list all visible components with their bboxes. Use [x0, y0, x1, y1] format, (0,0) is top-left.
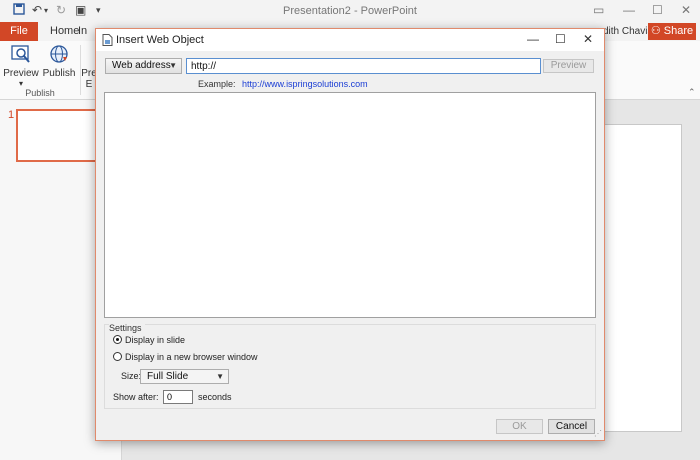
- radio-unselected-icon: [113, 352, 122, 361]
- maximize-icon[interactable]: ☐: [652, 3, 663, 17]
- tab-home[interactable]: Home: [50, 25, 79, 37]
- radio-new-browser-window[interactable]: Display in a new browser window: [113, 352, 258, 362]
- close-icon[interactable]: ✕: [681, 3, 691, 17]
- dialog-maximize-icon[interactable]: ☐: [555, 32, 566, 46]
- collapse-ribbon-icon[interactable]: ⌃: [688, 87, 696, 98]
- ok-button[interactable]: OK: [496, 419, 543, 434]
- dialog-minimize-icon[interactable]: —: [527, 32, 539, 46]
- powerpoint-title-bar: ↶ ▾ ↻ ▣ ▾ Presentation2 - PowerPoint ▭ —…: [0, 0, 700, 22]
- share-label: Share: [663, 25, 694, 37]
- display-in-slide-label: Display in slide: [125, 335, 186, 345]
- source-type-dropdown[interactable]: Web address ▼: [105, 58, 182, 74]
- person-icon: ⚇: [650, 25, 661, 37]
- example-url-link[interactable]: http://www.ispringsolutions.com: [242, 79, 368, 89]
- publish-label: Publish: [42, 68, 76, 79]
- example-label: Example:: [198, 79, 236, 89]
- show-after-label: Show after:: [113, 392, 159, 402]
- new-window-label: Display in a new browser window: [125, 352, 258, 362]
- slide-canvas[interactable]: [600, 124, 682, 432]
- ribbon-separator: [80, 45, 81, 95]
- seconds-label: seconds: [198, 392, 232, 402]
- minimize-icon[interactable]: —: [623, 3, 635, 17]
- share-button[interactable]: ⚇ Share: [648, 23, 696, 40]
- ribbon-display-icon[interactable]: ▭: [593, 3, 604, 17]
- size-dropdown[interactable]: Full Slide ▼: [140, 369, 229, 384]
- source-type-value: Web address: [112, 60, 171, 71]
- resize-grip-icon[interactable]: ⋰: [594, 429, 602, 438]
- group-label-publish: Publish: [25, 88, 55, 98]
- preview-button[interactable]: Preview: [543, 59, 594, 73]
- url-input[interactable]: [186, 58, 541, 74]
- slide-number: 1: [8, 109, 15, 121]
- globe-icon: [48, 43, 70, 65]
- dialog-title-bar: Insert Web Object — ☐ ✕: [96, 29, 604, 51]
- example-hint: Example: http://www.ispringsolutions.com: [198, 79, 368, 89]
- preview-ribbon-button[interactable]: Preview ▾: [3, 43, 39, 88]
- insert-web-object-dialog: Insert Web Object — ☐ ✕ Web address ▼ Pr…: [95, 28, 605, 441]
- show-after-input[interactable]: [163, 390, 193, 404]
- dialog-close-icon[interactable]: ✕: [583, 32, 593, 46]
- dialog-title: Insert Web Object: [116, 34, 204, 46]
- settings-group: Settings Display in slide Display in a n…: [104, 323, 596, 409]
- publish-ribbon-button[interactable]: Publish: [41, 43, 77, 79]
- preview-label: Preview: [3, 68, 39, 79]
- tab-insert[interactable]: In: [78, 25, 87, 37]
- user-name[interactable]: dith Chavis: [603, 26, 652, 37]
- preview-icon: [10, 43, 32, 65]
- size-value: Full Slide: [147, 371, 189, 382]
- chevron-down-icon: ▾: [18, 79, 23, 88]
- chevron-down-icon: ▼: [216, 372, 224, 381]
- tab-file[interactable]: File: [0, 22, 38, 41]
- document-icon: [102, 34, 113, 46]
- radio-display-in-slide[interactable]: Display in slide: [113, 335, 185, 345]
- radio-selected-icon: [113, 335, 122, 344]
- size-label: Size:: [121, 371, 142, 381]
- web-preview-area[interactable]: [104, 92, 596, 318]
- cancel-button[interactable]: Cancel: [548, 419, 595, 434]
- settings-legend: Settings: [109, 323, 145, 333]
- chevron-down-icon: ▼: [169, 61, 177, 70]
